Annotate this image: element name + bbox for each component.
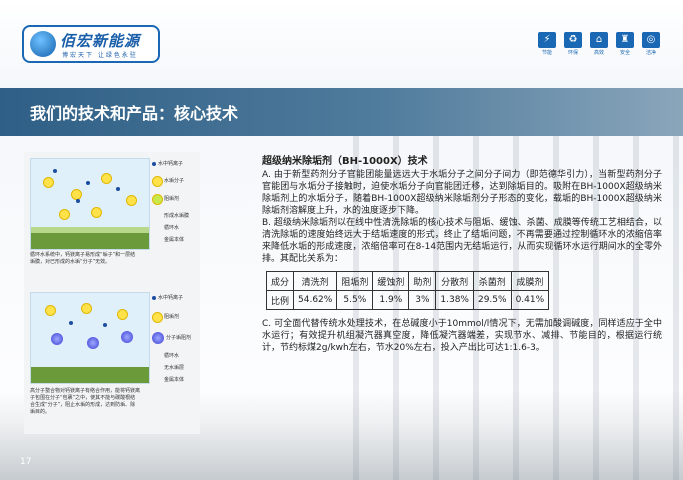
legend-label: 循环水 [164,225,180,231]
logo-name: 佰宏新能源 [60,32,141,50]
paragraph-a: A. 由于新型药剂分子官能团能量远远大于水垢分子之间分子间力（即范德华引力），当… [262,170,662,216]
legend-label: 阻垢剂 [164,314,180,320]
figure-caption-bottom: 高分子螯合物对钙镁离子有络合作用，能将钙镁离子包围在分子“包裹”之中，使其不能与… [30,388,141,415]
recycle-icon: ♻ [564,32,582,48]
tech-description: 超级纳米除垢剂（BH-1000X）技术 A. 由于新型药剂分子官能团能量远远大于… [262,152,662,354]
calcium-ion [86,181,90,185]
calcium-ion [69,321,73,325]
calcium-ion [116,187,120,191]
legend-symbol [152,312,163,323]
scale-diagram: 水中钙离子 水垢分子 阻垢剂 形成水垢膜 循环水 金属本体 循环水系统中，钙镁离… [24,152,200,434]
figure-caption-top: 循环水系统中，钙镁离子易形成“垢子”和一层结垢膜，对已形成的水垢“分子”无效。 [30,252,136,265]
energy-icon: ⚡ [538,32,556,48]
legend-symbol [152,296,156,300]
legend-label: 金属本体 [164,237,185,243]
tower-icon: ♜ [616,32,634,48]
legend-symbol [152,162,156,166]
table-header-cell: 助剂 [408,271,437,291]
house-icon: ⌂ [590,32,608,48]
page-title: 我们的技术和产品：核心技术 [30,104,239,123]
header-icon-safe: ♜ 安全 [615,32,635,56]
diagram-panel-new [30,292,150,384]
ratio-table: 成分 清洗剂 阻垢剂 缓蚀剂 助剂 分散剂 杀菌剂 成膜剂 比例 54.62% … [265,271,550,310]
table-header-cell: 清洗剂 [293,271,338,291]
diagram-panel-traditional [30,158,150,250]
legend-label: 水垢分子 [164,178,185,184]
table-cell: 1.9% [372,290,410,310]
header-icon-efficient: ⌂ 高效 [589,32,609,56]
table-cell: 1.38% [435,290,474,310]
legend-label: 循环水 [164,353,180,359]
scale-molecule [101,173,112,184]
table-header-cell: 成膜剂 [510,271,550,291]
scale-molecule [81,303,92,314]
table-cell: 比例 [265,290,295,310]
header-icon-row: ⚡ 节能 ♻ 环保 ⌂ 高效 ♜ 安全 ◎ 洁净 [537,32,661,56]
legend-label: 分子垢阻剂 [166,335,192,341]
calcium-ion [103,323,107,327]
metal-body [31,233,149,249]
scale-molecule [59,209,70,220]
table-row: 成分 清洗剂 阻垢剂 缓蚀剂 助剂 分散剂 杀菌剂 成膜剂 [265,271,550,291]
paragraph-b: B. 超级纳米除垢剂以在线中性清洗除垢的核心技术与阻垢、缓蚀、杀菌、成膜等传统工… [262,218,662,264]
calcium-ion [53,169,57,173]
page-number: 17 [20,457,32,467]
legend-label: 水中钙离子 [158,161,184,167]
table-cell: 54.62% [293,290,338,310]
company-logo: 佰宏新能源 博宏天下 让绿色永驻 [22,25,160,63]
brochure-page: 佰宏新能源 博宏天下 让绿色永驻 ⚡ 节能 ♻ 环保 ⌂ 高效 ♜ 安全 ◎ 洁净 我们的… [0,0,683,480]
legend-label: 无水垢层 [164,365,185,371]
table-header-cell: 分散剂 [435,271,474,291]
legend-label: 形成水垢膜 [164,213,190,219]
table-cell: 3% [408,290,437,310]
table-header-cell: 缓蚀剂 [372,271,410,291]
target-icon: ◎ [642,32,660,48]
scale-molecule [126,195,137,206]
section-heading: 超级纳米除垢剂（BH-1000X）技术 [262,156,428,167]
metal-body [31,367,149,383]
legend-symbol [152,176,163,187]
table-cell: 0.41% [510,290,550,310]
legend-symbol [152,194,163,205]
legend-label: 金属本体 [164,377,185,383]
legend-label: 阻垢剂 [164,196,180,202]
page-header: 佰宏新能源 博宏天下 让绿色永驻 ⚡ 节能 ♻ 环保 ⌂ 高效 ♜ 安全 ◎ 洁净 [0,0,683,88]
header-icon-clean: ◎ 洁净 [641,32,661,56]
logo-slogan: 博宏天下 让绿色永驻 [62,52,138,59]
logo-mark-icon [30,31,56,57]
legend-label: 水中钙离子 [158,295,184,301]
nano-agent-molecule [87,337,99,349]
scale-molecule [117,309,128,320]
header-icon-energy: ⚡ 节能 [537,32,557,56]
nano-agent-molecule [121,331,133,343]
legend-symbol [152,332,164,344]
scale-molecule [43,177,54,188]
calcium-ion [76,199,80,203]
table-header-cell: 杀菌剂 [472,271,512,291]
table-cell: 29.5% [472,290,512,310]
table-header-cell: 阻垢剂 [336,271,374,291]
nano-agent-molecule [51,333,63,345]
paragraph-c: C. 可全面代替传统水处理技术，在总碱度小于10mmol/l情况下，无需加酸调碱… [262,319,662,353]
table-cell: 5.5% [336,290,374,310]
scale-molecule [45,305,56,316]
table-header-cell: 成分 [265,271,295,291]
scale-molecule [91,207,102,218]
header-icon-eco: ♻ 环保 [563,32,583,56]
table-row: 比例 54.62% 5.5% 1.9% 3% 1.38% 29.5% 0.41% [265,290,550,310]
